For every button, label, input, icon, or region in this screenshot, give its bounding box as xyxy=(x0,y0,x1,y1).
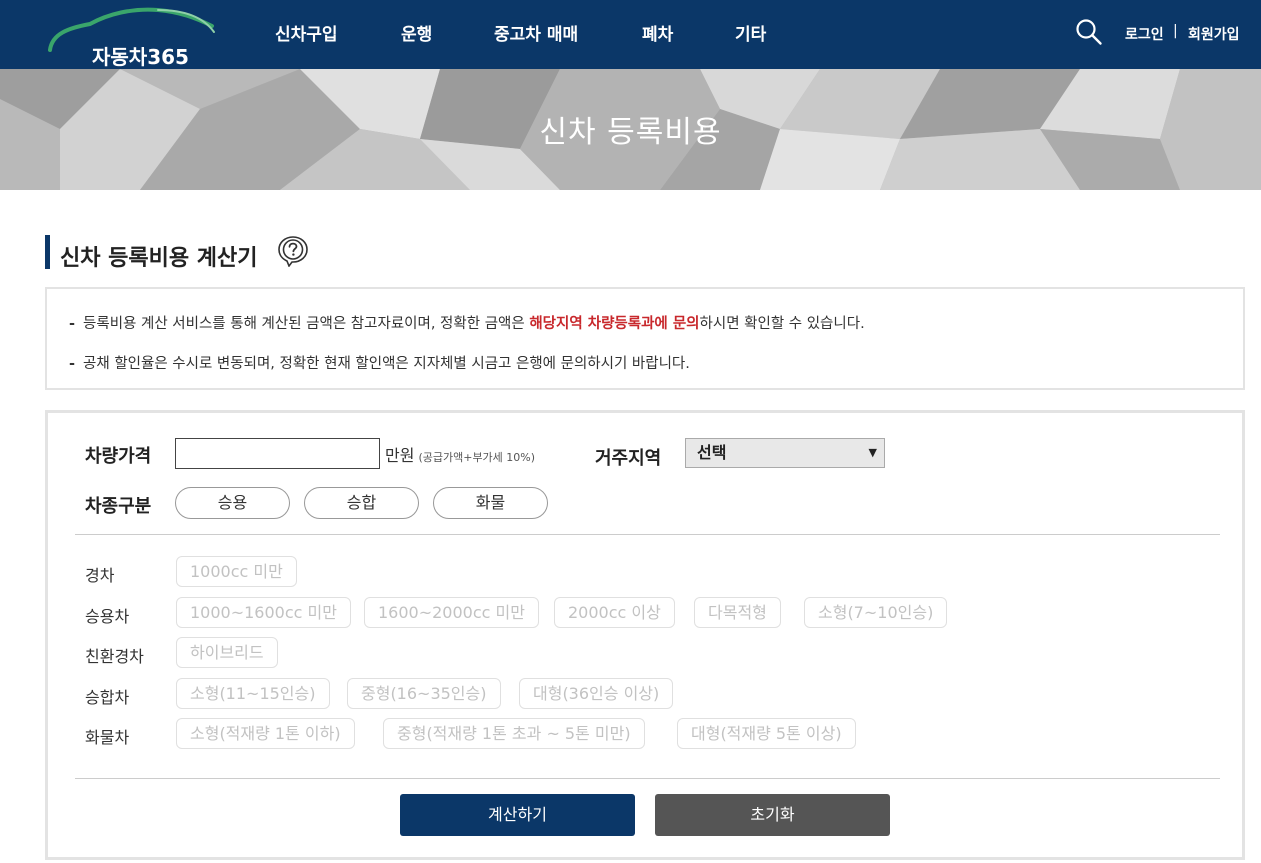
divider xyxy=(75,778,1220,779)
menu-item-etc[interactable]: 기타 xyxy=(735,20,766,45)
notice-box: - 등록비용 계산 서비스를 통해 계산된 금액은 참고자료이며, 정확한 금액은… xyxy=(45,287,1245,390)
logo-text: 자동차365 xyxy=(92,45,189,69)
category-label-van: 승합차 xyxy=(85,688,130,707)
option-passenger-small-7-10[interactable]: 소형(7~10인승) xyxy=(804,597,948,628)
signup-link[interactable]: 회원가입 xyxy=(1188,24,1240,44)
option-eco-hybrid[interactable]: 하이브리드 xyxy=(176,637,278,668)
price-unit-note: (공급가액+부가세 10%) xyxy=(418,451,536,464)
price-label: 차량가격 xyxy=(85,446,152,467)
top-navigation-bar: 자동차365 신차구입 운행 중고차 매매 폐차 기타 로그인 | 회원가입 xyxy=(0,0,1261,69)
option-truck-large[interactable]: 대형(적재량 5톤 이상) xyxy=(677,718,856,749)
login-link[interactable]: 로그인 xyxy=(1125,24,1164,44)
menu-item-scrap[interactable]: 폐차 xyxy=(642,20,673,45)
option-truck-small[interactable]: 소형(적재량 1톤 이하) xyxy=(176,718,355,749)
option-compact-under-1000cc[interactable]: 1000cc 미만 xyxy=(176,556,297,587)
notice-line-1: - 등록비용 계산 서비스를 통해 계산된 금액은 참고자료이며, 정확한 금액은… xyxy=(69,312,865,333)
menu-item-new-car[interactable]: 신차구입 xyxy=(275,20,338,45)
type-truck-button[interactable]: 화물 xyxy=(433,487,548,519)
option-truck-medium[interactable]: 중형(적재량 1톤 초과 ~ 5톤 미만) xyxy=(383,718,645,749)
type-van-button[interactable]: 승합 xyxy=(304,487,419,519)
price-input[interactable] xyxy=(175,438,380,469)
notice-line-1-end: 하시면 확인할 수 있습니다. xyxy=(699,316,865,332)
price-unit-text: 만원 xyxy=(385,446,415,465)
site-logo[interactable]: 자동차365 xyxy=(46,6,218,69)
option-van-medium[interactable]: 중형(16~35인승) xyxy=(347,678,501,709)
price-unit: 만원 (공급가액+부가세 10%) xyxy=(385,442,535,466)
divider xyxy=(75,534,1220,535)
section-title-accent-bar xyxy=(45,235,50,269)
notice-highlight: 해당지역 차량등록과에 문의 xyxy=(529,316,700,332)
category-label-compact: 경차 xyxy=(85,566,115,585)
notice-line-2-text: 공채 할인율은 수시로 변동되며, 정확한 현재 할인액은 지자체별 시금고 은… xyxy=(83,356,690,372)
notice-dash: - xyxy=(69,316,76,332)
option-passenger-over-2000[interactable]: 2000cc 이상 xyxy=(554,597,675,628)
option-passenger-1000-1600[interactable]: 1000~1600cc 미만 xyxy=(176,597,351,628)
option-van-small[interactable]: 소형(11~15인승) xyxy=(176,678,330,709)
option-passenger-1600-2000[interactable]: 1600~2000cc 미만 xyxy=(364,597,539,628)
chevron-down-icon: ▼ xyxy=(868,446,877,459)
section-title: 신차 등록비용 계산기 xyxy=(60,246,258,271)
help-question-icon[interactable] xyxy=(277,235,309,267)
banner-title: 신차 등록비용 xyxy=(539,115,722,150)
calculator-form: 차량가격 만원 (공급가액+부가세 10%) 거주지역 선택 ▼ 차종구분 승용 … xyxy=(45,410,1245,860)
region-select[interactable]: 선택 ▼ xyxy=(685,438,885,468)
menu-item-used-car[interactable]: 중고차 매매 xyxy=(494,20,578,45)
page-banner: 신차 등록비용 xyxy=(0,69,1261,190)
category-label-truck: 화물차 xyxy=(85,728,130,747)
notice-line-1-text: 등록비용 계산 서비스를 통해 계산된 금액은 참고자료이며, 정확한 금액은 xyxy=(83,316,530,332)
auth-separator: | xyxy=(1173,23,1178,39)
region-select-value: 선택 xyxy=(697,443,727,462)
region-label: 거주지역 xyxy=(595,448,662,469)
calculate-button[interactable]: 계산하기 xyxy=(400,794,635,836)
option-passenger-multipurpose[interactable]: 다목적형 xyxy=(694,597,781,628)
search-icon[interactable] xyxy=(1075,18,1103,46)
reset-button[interactable]: 초기화 xyxy=(655,794,890,836)
option-van-large[interactable]: 대형(36인승 이상) xyxy=(519,678,674,709)
category-label-eco: 친환경차 xyxy=(85,647,144,666)
type-passenger-button[interactable]: 승용 xyxy=(175,487,290,519)
menu-item-driving[interactable]: 운행 xyxy=(401,20,432,45)
vehicle-type-label: 차종구분 xyxy=(85,496,152,517)
notice-line-2: - 공채 할인율은 수시로 변동되며, 정확한 현재 할인액은 지자체별 시금고 … xyxy=(69,352,690,373)
notice-dash: - xyxy=(69,356,76,372)
category-label-passenger: 승용차 xyxy=(85,607,130,626)
